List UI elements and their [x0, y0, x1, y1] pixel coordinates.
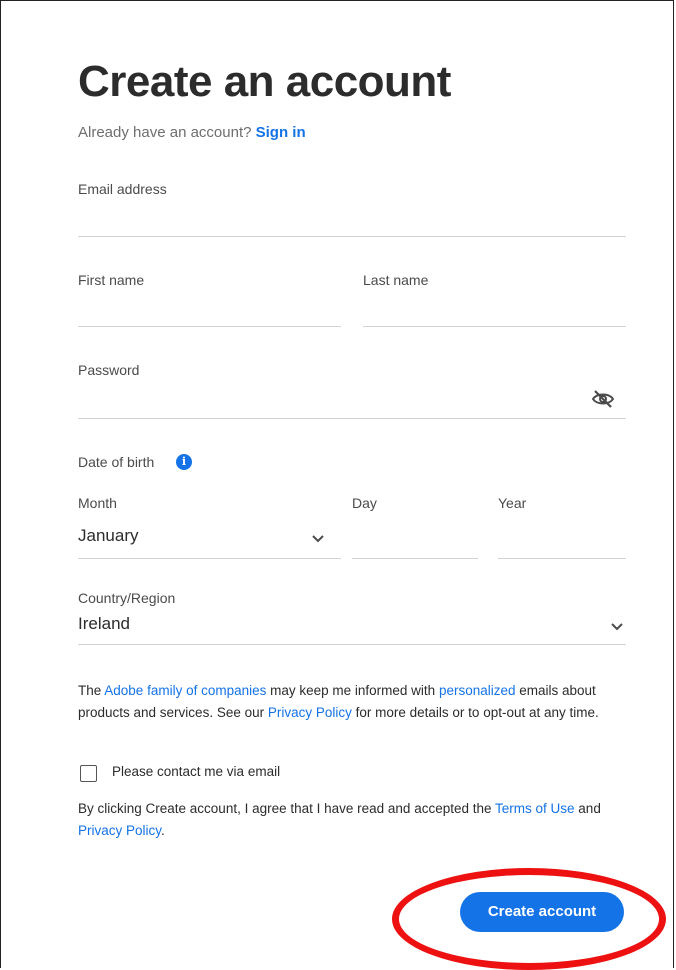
month-select[interactable]: January — [78, 526, 341, 556]
annotation-ellipse — [392, 868, 666, 970]
month-underline — [78, 558, 341, 559]
personalized-link[interactable]: personalized — [439, 683, 516, 698]
year-underline — [498, 558, 626, 559]
adobe-family-link[interactable]: Adobe family of companies — [104, 683, 266, 698]
terms-text-part: and — [574, 801, 601, 816]
privacy-policy-link[interactable]: Privacy Policy — [78, 823, 161, 838]
last-name-label: Last name — [363, 272, 429, 288]
contact-email-checkbox[interactable] — [80, 765, 97, 782]
email-underline — [78, 236, 626, 237]
year-field[interactable] — [498, 526, 626, 554]
first-name-field[interactable] — [78, 296, 341, 322]
country-select[interactable]: Ireland — [78, 614, 626, 642]
sign-in-link[interactable]: Sign in — [256, 124, 306, 141]
info-icon[interactable]: i — [176, 454, 192, 470]
already-have-account-text: Already have an account? — [78, 124, 252, 141]
last-name-field[interactable] — [363, 296, 626, 322]
month-label: Month — [78, 495, 117, 511]
consent-text-part: for more details or to opt-out at any ti… — [351, 705, 599, 720]
password-field[interactable] — [78, 386, 578, 412]
terms-text-part: By clicking Create account, I agree that… — [78, 801, 496, 816]
email-label: Email address — [78, 181, 167, 197]
contact-email-label[interactable]: Please contact me via email — [112, 764, 280, 779]
consent-text-part: may keep me informed with — [266, 683, 439, 698]
password-underline — [78, 418, 626, 419]
terms-text-part: . — [161, 823, 165, 838]
country-label: Country/Region — [78, 590, 176, 606]
marketing-consent-text: The Adobe family of companies may keep m… — [78, 680, 626, 724]
privacy-policy-link[interactable]: Privacy Policy — [268, 705, 352, 720]
consent-text-part: The — [78, 683, 105, 698]
terms-of-use-link[interactable]: Terms of Use — [495, 801, 575, 816]
sign-in-prompt: Already have an account? Sign in — [78, 124, 306, 141]
password-label: Password — [78, 362, 140, 378]
country-value: Ireland — [78, 614, 130, 633]
first-name-underline — [78, 326, 341, 327]
page-title: Create an account — [78, 57, 451, 106]
email-field[interactable] — [78, 206, 626, 232]
eye-slash-icon[interactable] — [591, 389, 615, 409]
terms-text: By clicking Create account, I agree that… — [78, 798, 626, 842]
dob-label: Date of birth — [78, 454, 155, 470]
year-label: Year — [498, 495, 527, 511]
chevron-down-icon — [312, 535, 324, 543]
day-label: Day — [352, 495, 377, 511]
day-field[interactable] — [352, 526, 478, 554]
country-underline — [78, 644, 626, 645]
chevron-down-icon — [611, 623, 623, 631]
month-value: January — [78, 526, 139, 545]
first-name-label: First name — [78, 272, 145, 288]
day-underline — [352, 558, 478, 559]
last-name-underline — [363, 326, 626, 327]
